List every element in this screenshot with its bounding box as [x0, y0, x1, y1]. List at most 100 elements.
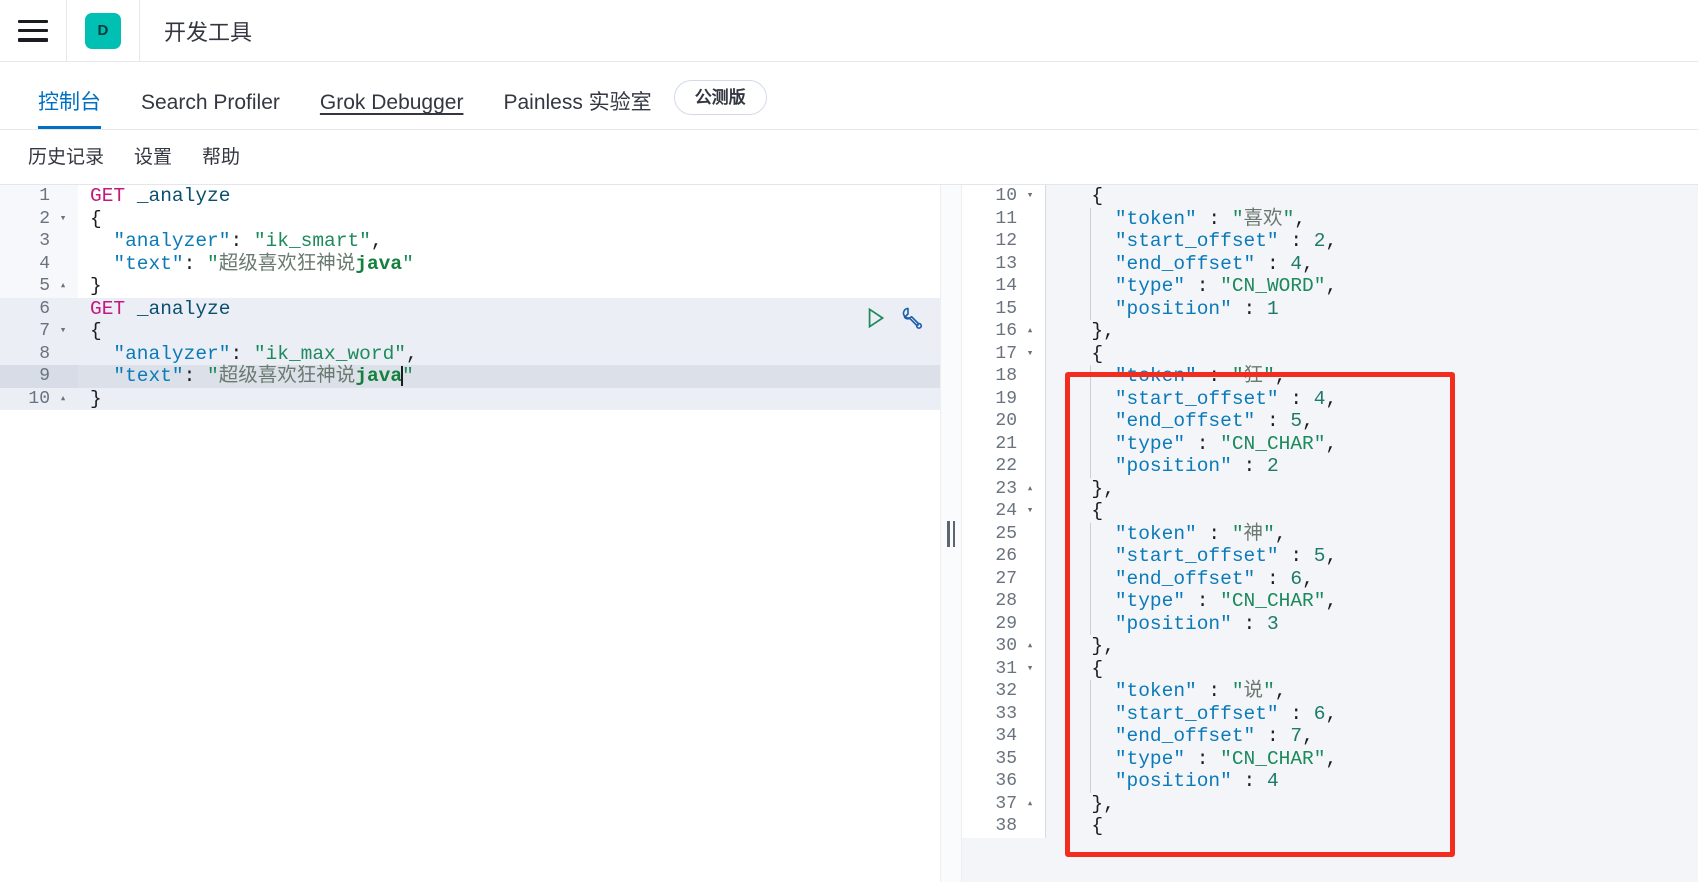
- code-row[interactable]: 21 "type" : "CN_CHAR",: [962, 432, 1698, 455]
- code-line-text[interactable]: "analyzer": "ik_max_word",: [78, 342, 940, 365]
- line-number-gutter[interactable]: 35: [962, 747, 1046, 770]
- code-row[interactable]: 6 GET _analyze: [0, 297, 940, 320]
- code-line-text[interactable]: "start_offset" : 6,: [1046, 702, 1698, 725]
- code-line-text[interactable]: {: [1046, 500, 1698, 523]
- line-number-gutter[interactable]: 24 ▾: [962, 500, 1046, 523]
- code-line-text[interactable]: GET _analyze: [78, 297, 940, 320]
- code-row[interactable]: 8 "analyzer": "ik_max_word",: [0, 342, 940, 365]
- line-number-gutter[interactable]: 28: [962, 590, 1046, 613]
- code-row[interactable]: 26 "start_offset" : 5,: [962, 545, 1698, 568]
- code-line-text[interactable]: {: [1046, 658, 1698, 681]
- line-number-gutter[interactable]: 6: [0, 297, 78, 320]
- play-triangle-icon[interactable]: [862, 305, 888, 331]
- code-fold-toggle-icon[interactable]: ▾: [1021, 658, 1039, 681]
- code-row[interactable]: 10 ▾ {: [962, 185, 1698, 208]
- code-line-text[interactable]: "token" : " 狂 ",: [1046, 365, 1698, 388]
- line-number-gutter[interactable]: 14: [962, 275, 1046, 298]
- code-line-text[interactable]: },: [1046, 635, 1698, 658]
- line-number-gutter[interactable]: 3: [0, 230, 78, 253]
- hamburger-menu-icon[interactable]: [18, 19, 48, 42]
- code-line-text[interactable]: "position" : 4: [1046, 770, 1698, 793]
- code-row[interactable]: 3 "analyzer": "ik_smart",: [0, 230, 940, 253]
- line-number-gutter[interactable]: 34: [962, 725, 1046, 748]
- code-row[interactable]: 22 "position" : 2: [962, 455, 1698, 478]
- tab-painless-lab[interactable]: Painless 实验室: [483, 92, 671, 129]
- code-row[interactable]: 23 ▴ },: [962, 477, 1698, 501]
- line-number-gutter[interactable]: 26: [962, 545, 1046, 568]
- line-number-gutter[interactable]: 13: [962, 252, 1046, 275]
- line-number-gutter[interactable]: 18: [962, 365, 1046, 388]
- line-number-gutter[interactable]: 8: [0, 342, 78, 365]
- code-row[interactable]: 19 "start_offset" : 4,: [962, 387, 1698, 410]
- code-row[interactable]: 18 "token" : " 狂 ",: [962, 365, 1698, 388]
- code-row[interactable]: 13 "end_offset" : 4,: [962, 252, 1698, 275]
- request-editor-code[interactable]: 1 GET _analyze 2 ▾{3 "analyzer": "ik_smart"…: [0, 185, 940, 410]
- line-number-gutter[interactable]: 19: [962, 387, 1046, 410]
- code-row[interactable]: 28 "type" : "CN_CHAR",: [962, 590, 1698, 613]
- line-number-gutter[interactable]: 10 ▾: [962, 185, 1046, 208]
- code-fold-toggle-icon[interactable]: ▾: [1021, 500, 1039, 523]
- code-line-text[interactable]: GET _analyze: [78, 185, 940, 208]
- line-number-gutter[interactable]: 5 ▴: [0, 275, 78, 298]
- code-line-text[interactable]: "type" : "CN_WORD",: [1046, 275, 1698, 298]
- submenu-item-history[interactable]: 历史记录: [18, 142, 114, 173]
- code-row[interactable]: 2 ▾ {: [0, 207, 940, 231]
- request-editor-pane[interactable]: 1 GET _analyze 2 ▾{3 "analyzer": "ik_smart"…: [0, 185, 940, 882]
- code-row[interactable]: 20 "end_offset" : 5,: [962, 410, 1698, 433]
- app-logo-button[interactable]: D: [67, 0, 139, 61]
- code-fold-toggle-icon[interactable]: ▴: [1021, 635, 1039, 658]
- code-line-text[interactable]: {: [1046, 343, 1698, 366]
- code-line-text[interactable]: "type" : "CN_CHAR",: [1046, 747, 1698, 770]
- submenu-item-help[interactable]: 帮助: [192, 142, 250, 173]
- line-number-gutter[interactable]: 21: [962, 432, 1046, 455]
- code-row[interactable]: 5 ▴}: [0, 275, 940, 298]
- code-row[interactable]: 16 ▴ },: [962, 320, 1698, 343]
- line-number-gutter[interactable]: 31 ▾: [962, 657, 1046, 681]
- code-line-text[interactable]: "end_offset" : 5,: [1046, 410, 1698, 433]
- code-row[interactable]: 10 ▴}: [0, 387, 940, 410]
- code-row[interactable]: 9 "text": " 超级喜欢狂神说 java ": [0, 365, 940, 388]
- line-number-gutter[interactable]: 37 ▴: [962, 792, 1046, 816]
- code-line-text[interactable]: "type" : "CN_CHAR",: [1046, 590, 1698, 613]
- line-number-gutter[interactable]: 1: [0, 185, 78, 208]
- code-line-text[interactable]: },: [1046, 320, 1698, 343]
- code-row[interactable]: 17 ▾ {: [962, 342, 1698, 366]
- code-fold-toggle-icon[interactable]: ▴: [1021, 793, 1039, 816]
- code-line-text[interactable]: {: [78, 320, 940, 343]
- code-line-text[interactable]: "end_offset" : 6,: [1046, 567, 1698, 590]
- code-row[interactable]: 27 "end_offset" : 6,: [962, 567, 1698, 590]
- line-number-gutter[interactable]: 7 ▾: [0, 320, 78, 343]
- code-line-text[interactable]: "position" : 1: [1046, 297, 1698, 320]
- code-line-text[interactable]: "start_offset" : 5,: [1046, 545, 1698, 568]
- code-row[interactable]: 12 "start_offset" : 2,: [962, 230, 1698, 253]
- response-output-code[interactable]: 10 ▾ {11 "token" : " 喜欢 ", 12 "start_offset"…: [962, 185, 1698, 838]
- code-line-text[interactable]: "token" : " 神 ",: [1046, 522, 1698, 545]
- code-fold-toggle-icon[interactable]: ▴: [54, 275, 72, 298]
- code-line-text[interactable]: "position" : 3: [1046, 612, 1698, 635]
- code-row[interactable]: 35 "type" : "CN_CHAR",: [962, 747, 1698, 770]
- beta-badge[interactable]: 公测版: [673, 80, 767, 115]
- tab-console[interactable]: 控制台: [18, 92, 121, 129]
- pane-splitter-handle[interactable]: [940, 185, 962, 882]
- code-line-text[interactable]: },: [1046, 793, 1698, 816]
- code-row[interactable]: 15 "position" : 1: [962, 297, 1698, 320]
- code-fold-toggle-icon[interactable]: ▴: [1021, 478, 1039, 501]
- code-row[interactable]: 37 ▴ },: [962, 792, 1698, 816]
- code-line-text[interactable]: "analyzer": "ik_smart",: [78, 230, 940, 253]
- code-fold-toggle-icon[interactable]: ▴: [1021, 320, 1039, 343]
- code-row[interactable]: 29 "position" : 3: [962, 612, 1698, 635]
- code-line-text[interactable]: }: [78, 387, 940, 410]
- code-line-text[interactable]: {: [1046, 185, 1698, 208]
- menu-toggle-button[interactable]: [0, 0, 66, 61]
- code-line-text[interactable]: {: [78, 208, 940, 231]
- line-number-gutter[interactable]: 11: [962, 207, 1046, 230]
- code-row[interactable]: 4 "text": " 超级喜欢狂神说 java ": [0, 252, 940, 275]
- code-row[interactable]: 1 GET _analyze: [0, 185, 940, 208]
- code-row[interactable]: 24 ▾ {: [962, 500, 1698, 523]
- code-row[interactable]: 38 {: [962, 815, 1698, 838]
- line-number-gutter[interactable]: 27: [962, 567, 1046, 590]
- code-line-text[interactable]: }: [78, 275, 940, 298]
- code-fold-toggle-icon[interactable]: ▾: [54, 320, 72, 343]
- tab-grok-debugger[interactable]: Grok Debugger: [300, 92, 484, 129]
- line-number-gutter[interactable]: 23 ▴: [962, 477, 1046, 501]
